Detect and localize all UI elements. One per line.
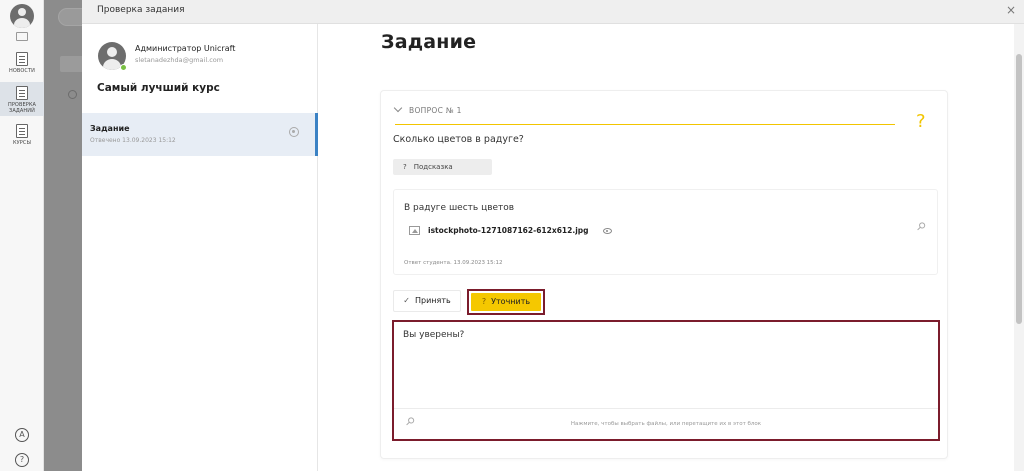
news-icon [16, 52, 28, 66]
modal-side-panel: Администратор Unicraft sletanadezhda@gma… [82, 24, 318, 471]
close-icon[interactable]: × [1006, 3, 1016, 17]
question-card: ВОПРОС № 1 ? Сколько цветов в радуге? ? П… [380, 90, 948, 459]
question-icon: ? [481, 297, 487, 306]
attachment-name[interactable]: istockphoto-1271087162-612x612.jpg [428, 226, 589, 235]
modal-header: Проверка задания × [82, 0, 1024, 24]
monitor-icon[interactable] [16, 32, 28, 41]
clarify-button-label: Уточнить [491, 297, 531, 306]
accept-button[interactable]: ✓ Принять [393, 290, 461, 312]
task-review-modal: Проверка задания × Администратор Unicraf… [82, 0, 1024, 471]
reply-divider [394, 408, 938, 409]
file-dropzone[interactable]: Нажмите, чтобы выбрать файлы, или перета… [394, 421, 938, 427]
course-title: Самый лучший курс [97, 82, 220, 94]
task-list-item[interactable]: Задание Отвечено 13.09.2023 15:12 [82, 113, 318, 156]
student-answer: В радуге шесть цветов istockphoto-127108… [393, 189, 938, 275]
online-status-icon [120, 64, 127, 71]
eye-icon[interactable] [602, 227, 612, 234]
task-title: Задание [90, 124, 130, 133]
question-divider [395, 124, 895, 125]
task-status: Отвечено 13.09.2023 15:12 [90, 137, 176, 144]
reply-editor[interactable]: Вы уверены? ⚲ Нажмите, чтобы выбрать фай… [392, 320, 940, 441]
user-avatar-icon[interactable] [10, 4, 34, 28]
paperclip-icon: ⚲ [913, 219, 929, 234]
rail-item-courses[interactable]: КУРСЫ [0, 124, 44, 146]
rail-item-label: НОВОСТИ [8, 68, 36, 74]
help-icon[interactable]: ? [15, 453, 29, 467]
scrollbar[interactable] [1014, 24, 1024, 471]
clarify-button-body[interactable]: ? Уточнить [471, 293, 541, 311]
answer-meta: Ответ студента. 13.09.2023 15:12 [404, 260, 503, 266]
gear-icon[interactable] [289, 127, 299, 137]
hint-button-label: Подсказка [413, 163, 453, 171]
rail-item-label: КУРСЫ [12, 140, 31, 146]
user-email: sletanadezhda@gmail.com [135, 56, 224, 64]
rail-item-task-review[interactable]: ПРОВЕРКА ЗАДАНИЙ [0, 82, 44, 116]
clarify-button[interactable]: ? Уточнить [467, 289, 545, 315]
translate-icon[interactable]: A [15, 428, 29, 442]
question-number: ВОПРОС № 1 [409, 106, 462, 115]
rail-item-news[interactable]: НОВОСТИ [0, 52, 44, 74]
check-icon: ✓ [403, 296, 410, 305]
background-gear-icon [68, 90, 77, 99]
question-icon: ? [403, 163, 407, 171]
answer-text: В радуге шесть цветов [404, 203, 515, 213]
question-header[interactable]: ВОПРОС № 1 [393, 103, 462, 115]
question-text: Сколько цветов в радуге? [393, 134, 524, 145]
user-name: Администратор Unicraft [135, 44, 236, 53]
app-sidebar: НОВОСТИ ПРОВЕРКА ЗАДАНИЙ КУРСЫ A ? [0, 0, 44, 471]
courses-icon [16, 124, 28, 138]
attachment-row[interactable]: istockphoto-1271087162-612x612.jpg [409, 226, 612, 235]
accept-button-label: Принять [414, 296, 451, 305]
modal-main-content: Задание ВОПРОС № 1 ? Сколько цветов в ра… [318, 24, 1014, 471]
task-review-icon [16, 86, 28, 100]
reply-text[interactable]: Вы уверены? [403, 330, 464, 340]
chevron-down-icon [393, 103, 403, 113]
scrollbar-thumb[interactable] [1016, 54, 1022, 324]
page-title: Задание [381, 31, 477, 53]
rail-item-label: ПРОВЕРКА ЗАДАНИЙ [7, 102, 37, 114]
background-overlay [44, 0, 98, 471]
question-mark-icon: ? [916, 111, 926, 132]
image-file-icon [409, 226, 420, 235]
hint-button[interactable]: ? Подсказка [393, 159, 492, 175]
modal-title: Проверка задания [97, 5, 185, 15]
